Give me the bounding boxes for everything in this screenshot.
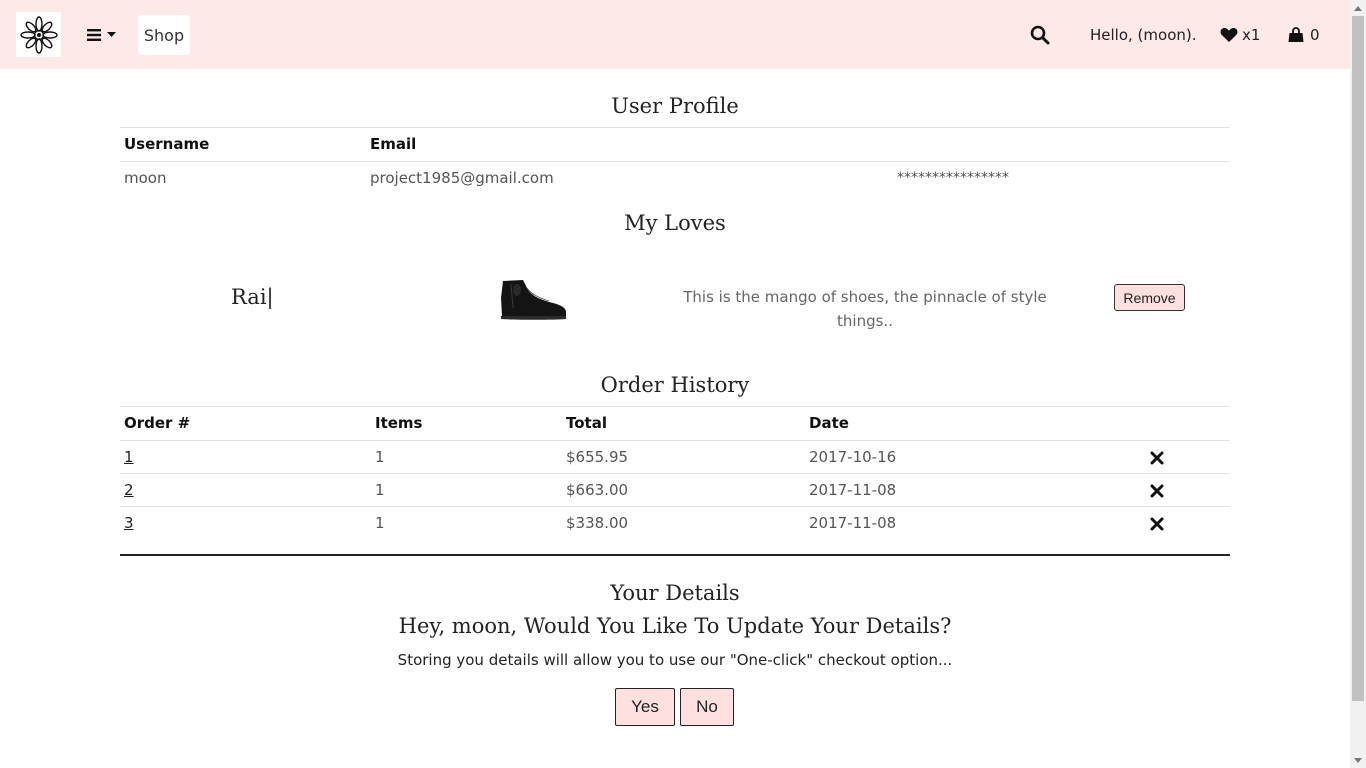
order-link[interactable]: 2 — [124, 480, 134, 500]
menu-dropdown-toggle[interactable] — [87, 24, 116, 46]
top-navbar: Shop Hello, (moon). x1 0 — [0, 0, 1350, 69]
loved-item-description: This is the mango of shoes, the pinnacle… — [683, 288, 1047, 330]
order-date: 2017-11-08 — [809, 481, 897, 499]
yes-button[interactable]: Yes — [615, 688, 675, 726]
remove-button[interactable]: Remove — [1114, 284, 1185, 311]
divider — [120, 506, 1230, 507]
profile-password: **************** — [897, 170, 1009, 186]
update-details-question: Hey, moon, Would You Like To Update Your… — [398, 614, 952, 638]
loves-link[interactable]: x1 — [1220, 25, 1260, 45]
user-profile-title: User Profile — [611, 94, 739, 118]
hamburger-icon — [87, 29, 101, 41]
cart-link[interactable]: 0 — [1288, 25, 1320, 45]
close-icon[interactable] — [1150, 451, 1164, 465]
vertical-scrollbar[interactable] — [1350, 0, 1366, 768]
heart-icon — [1220, 27, 1238, 42]
order-items: 1 — [375, 481, 385, 499]
site-logo[interactable] — [16, 12, 61, 57]
order-link[interactable]: 1 — [124, 447, 134, 467]
profile-email: project1985@gmail.com — [370, 169, 554, 187]
loves-count: x1 — [1242, 26, 1261, 44]
arrow-up-icon — [1354, 5, 1362, 11]
your-details-title: Your Details — [610, 581, 740, 605]
order-date: 2017-10-16 — [809, 448, 897, 466]
caret-down-icon — [107, 32, 116, 37]
my-loves-title: My Loves — [624, 211, 726, 235]
flower-mandala-icon — [19, 15, 58, 54]
search-button[interactable] — [1030, 25, 1052, 47]
divider — [120, 473, 1230, 474]
column-header-order: Order # — [124, 414, 191, 432]
order-total: $655.95 — [566, 448, 629, 466]
scroll-up-arrow[interactable] — [1350, 0, 1366, 16]
column-header-username: Username — [124, 135, 210, 153]
section-divider — [120, 554, 1230, 556]
search-icon — [1030, 25, 1050, 45]
user-greeting[interactable]: Hello, (moon). — [1090, 25, 1197, 45]
divider — [120, 406, 1230, 407]
black-ankle-boot-icon — [501, 280, 566, 320]
divider — [120, 440, 1230, 441]
divider — [120, 127, 1230, 128]
order-items: 1 — [375, 514, 385, 532]
column-header-email: Email — [370, 135, 417, 153]
cart-count: 0 — [1310, 26, 1320, 44]
scroll-down-arrow[interactable] — [1350, 752, 1366, 768]
order-total: $338.00 — [566, 514, 629, 532]
close-icon[interactable] — [1150, 517, 1164, 531]
loved-item-name: Rai| — [231, 285, 274, 309]
order-date: 2017-11-08 — [809, 514, 897, 532]
close-icon[interactable] — [1150, 484, 1164, 498]
profile-username: moon — [124, 169, 167, 187]
order-items: 1 — [375, 448, 385, 466]
shopping-bag-icon — [1288, 27, 1304, 42]
order-history-title: Order History — [600, 373, 750, 397]
loved-item-image[interactable] — [497, 278, 569, 322]
no-button[interactable]: No — [680, 688, 734, 726]
one-click-note: Storing you details will allow you to us… — [397, 651, 953, 669]
scrollbar-thumb[interactable] — [1352, 16, 1364, 701]
shop-button[interactable]: Shop — [138, 15, 190, 55]
order-link[interactable]: 3 — [124, 513, 134, 533]
order-total: $663.00 — [566, 481, 629, 499]
column-header-date: Date — [809, 414, 849, 432]
divider — [120, 161, 1230, 162]
column-header-items: Items — [375, 414, 423, 432]
column-header-total: Total — [566, 414, 607, 432]
arrow-down-icon — [1354, 757, 1362, 763]
